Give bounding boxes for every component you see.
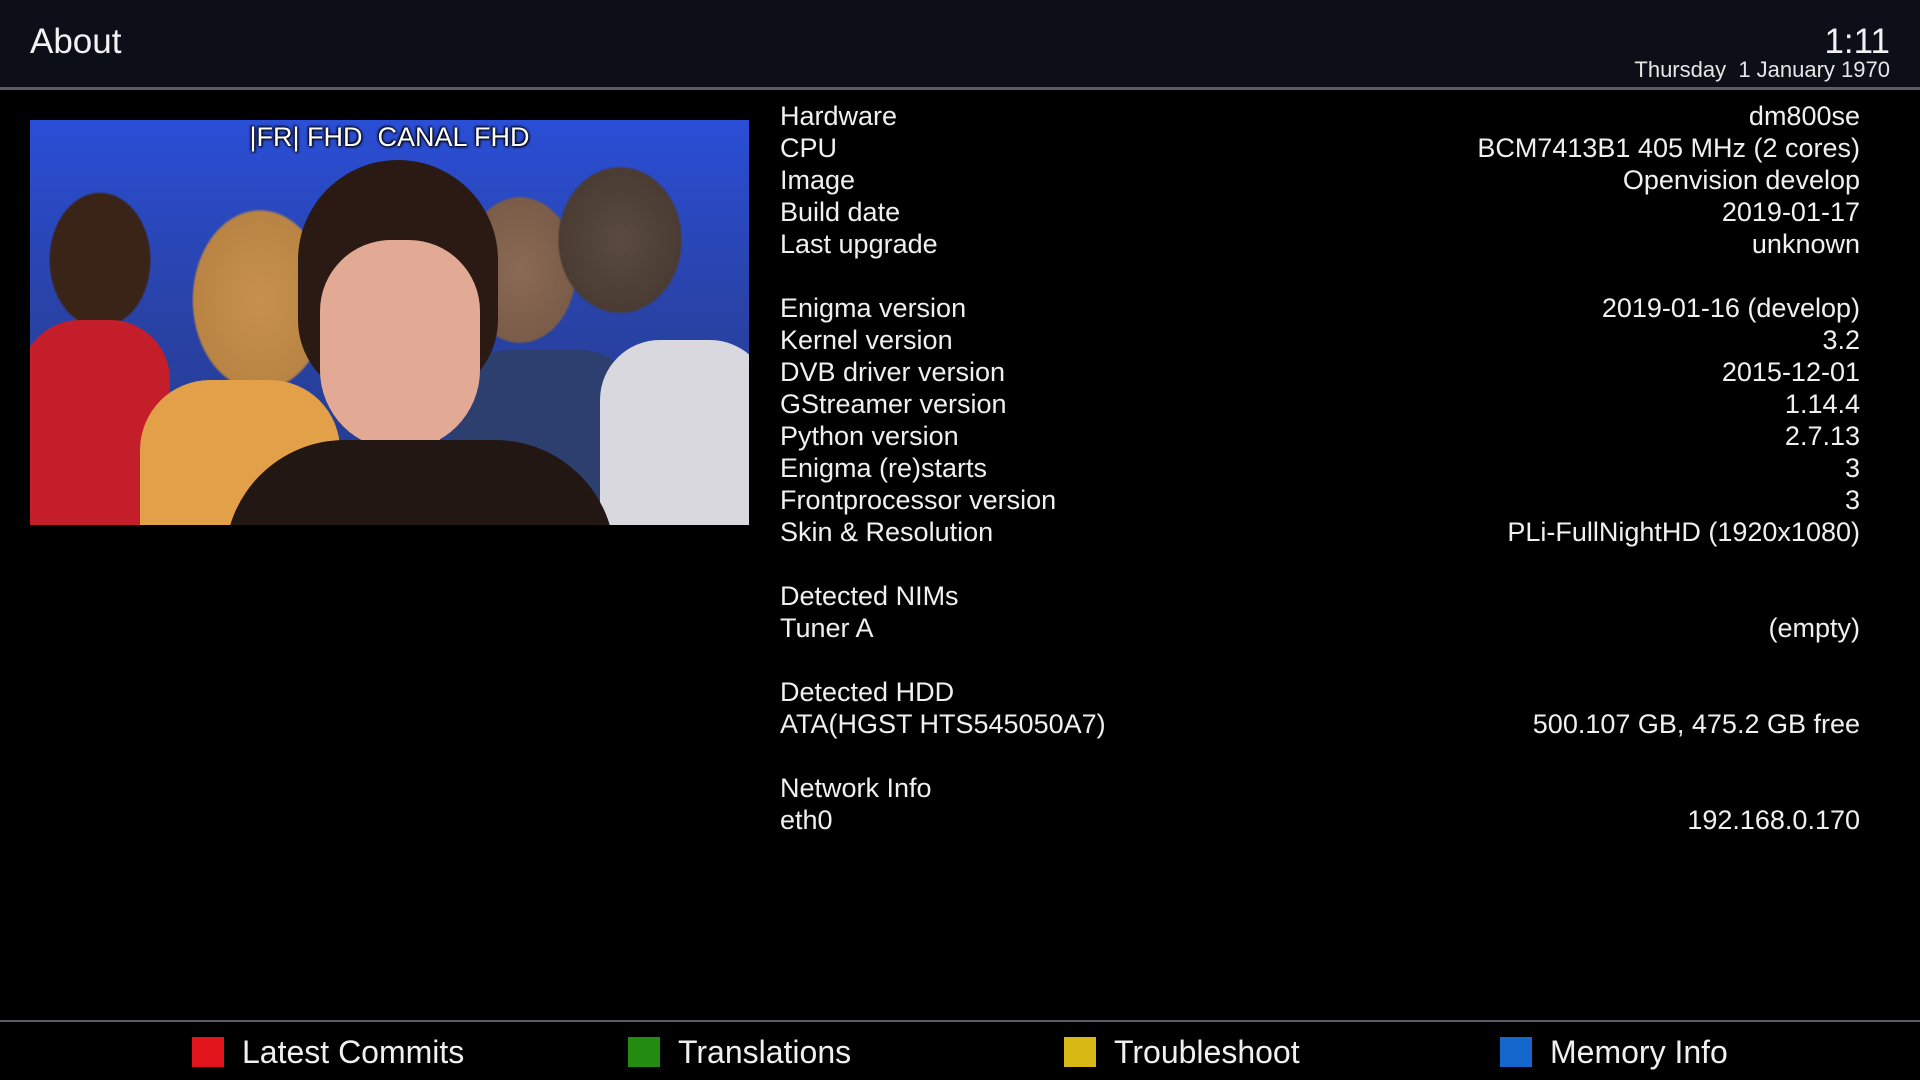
section-title-hdd: Detected HDD: [780, 677, 955, 707]
translations-label: Translations: [678, 1033, 852, 1070]
info-label: Build date: [780, 197, 901, 227]
info-value: Openvision develop: [1622, 165, 1860, 195]
preview-figure: [320, 240, 480, 450]
memory-info-label: Memory Info: [1550, 1033, 1728, 1070]
info-list: Hardware dm800se CPU BCM7413B1 405 MHz (…: [780, 100, 1860, 836]
info-row-python-version: Python version 2.7.13: [780, 420, 1860, 452]
info-row-eth0: eth0 192.168.0.170: [780, 804, 1860, 836]
date: Thursday 1 January 1970: [1634, 57, 1890, 82]
info-value: 2019-01-17: [1721, 197, 1860, 227]
info-label: CPU: [780, 133, 838, 163]
info-label: Skin & Resolution: [780, 517, 994, 547]
info-value: 1.14.4: [1784, 389, 1860, 419]
info-label: GStreamer version: [780, 389, 1007, 419]
info-value: (empty): [1768, 613, 1860, 643]
info-row-last-upgrade: Last upgrade unknown: [780, 228, 1860, 260]
section-title-nims: Detected NIMs: [780, 581, 959, 611]
header-bar: About 1:11 Thursday 1 January 1970: [0, 0, 1920, 90]
info-row-kernel-version: Kernel version 3.2: [780, 324, 1860, 356]
yellow-key-icon: [1064, 1037, 1096, 1067]
latest-commits-label: Latest Commits: [242, 1033, 465, 1070]
info-label: Hardware: [780, 101, 898, 131]
info-row-skin-resolution: Skin & Resolution PLi-FullNightHD (1920x…: [780, 516, 1860, 548]
footer-bar: Latest Commits Translations Troubleshoot…: [0, 1020, 1920, 1080]
info-label: Image: [780, 165, 856, 195]
memory-info-button[interactable]: Memory Info: [1500, 1034, 1728, 1070]
latest-commits-button[interactable]: Latest Commits: [192, 1034, 464, 1070]
info-label: Enigma version: [780, 293, 967, 323]
info-value: BCM7413B1 405 MHz (2 cores): [1477, 133, 1860, 163]
info-label: Python version: [780, 421, 959, 451]
info-label: Last upgrade: [780, 229, 938, 259]
info-value: 3: [1844, 485, 1860, 515]
info-row-enigma-version: Enigma version 2019-01-16 (develop): [780, 292, 1860, 324]
info-value: dm800se: [1748, 101, 1860, 131]
info-row-frontprocessor-version: Frontprocessor version 3: [780, 484, 1860, 516]
info-value: 3: [1844, 453, 1860, 483]
info-row-enigma-restarts: Enigma (re)starts 3: [780, 452, 1860, 484]
channel-name: |FR| FHD CANAL FHD: [249, 122, 530, 152]
info-row-hdd: ATA(HGST HTS545050A7) 500.107 GB, 475.2 …: [780, 708, 1860, 740]
info-row-gstreamer-version: GStreamer version 1.14.4: [780, 388, 1860, 420]
info-value: 192.168.0.170: [1687, 805, 1860, 835]
info-value: 2015-12-01: [1721, 357, 1860, 387]
preview-figure: [600, 340, 749, 525]
about-screen: About 1:11 Thursday 1 January 1970 |FR| …: [0, 0, 1920, 1080]
red-key-icon: [192, 1037, 224, 1067]
info-row-tuner-a: Tuner A (empty): [780, 612, 1860, 644]
info-value: 2019-01-16 (develop): [1601, 293, 1860, 323]
info-label: ATA(HGST HTS545050A7): [780, 709, 1106, 739]
info-row-hardware: Hardware dm800se: [780, 100, 1860, 132]
info-value: unknown: [1751, 229, 1860, 259]
info-value: 3.2: [1822, 325, 1860, 355]
info-row-build-date: Build date 2019-01-17: [780, 196, 1860, 228]
info-row-image: Image Openvision develop: [780, 164, 1860, 196]
info-label: Enigma (re)starts: [780, 453, 988, 483]
info-label: DVB driver version: [780, 357, 1006, 387]
video-preview: |FR| FHD CANAL FHD: [30, 120, 749, 525]
translations-button[interactable]: Translations: [628, 1034, 851, 1070]
info-label: Tuner A: [780, 613, 874, 643]
screen-title: About: [30, 22, 122, 61]
blue-key-icon: [1500, 1037, 1532, 1067]
section-title-network: Network Info: [780, 773, 932, 803]
info-label: Frontprocessor version: [780, 485, 1057, 515]
info-label: Kernel version: [780, 325, 953, 355]
info-row-cpu: CPU BCM7413B1 405 MHz (2 cores): [780, 132, 1860, 164]
troubleshoot-button[interactable]: Troubleshoot: [1064, 1034, 1300, 1070]
troubleshoot-label: Troubleshoot: [1114, 1033, 1300, 1070]
info-value: 500.107 GB, 475.2 GB free: [1532, 709, 1860, 739]
info-row-dvb-driver-version: DVB driver version 2015-12-01: [780, 356, 1860, 388]
info-value: 2.7.13: [1784, 421, 1860, 451]
green-key-icon: [628, 1037, 660, 1067]
info-value: PLi-FullNightHD (1920x1080): [1507, 517, 1860, 547]
clock: 1:11: [1824, 22, 1890, 61]
info-label: eth0: [780, 805, 833, 835]
